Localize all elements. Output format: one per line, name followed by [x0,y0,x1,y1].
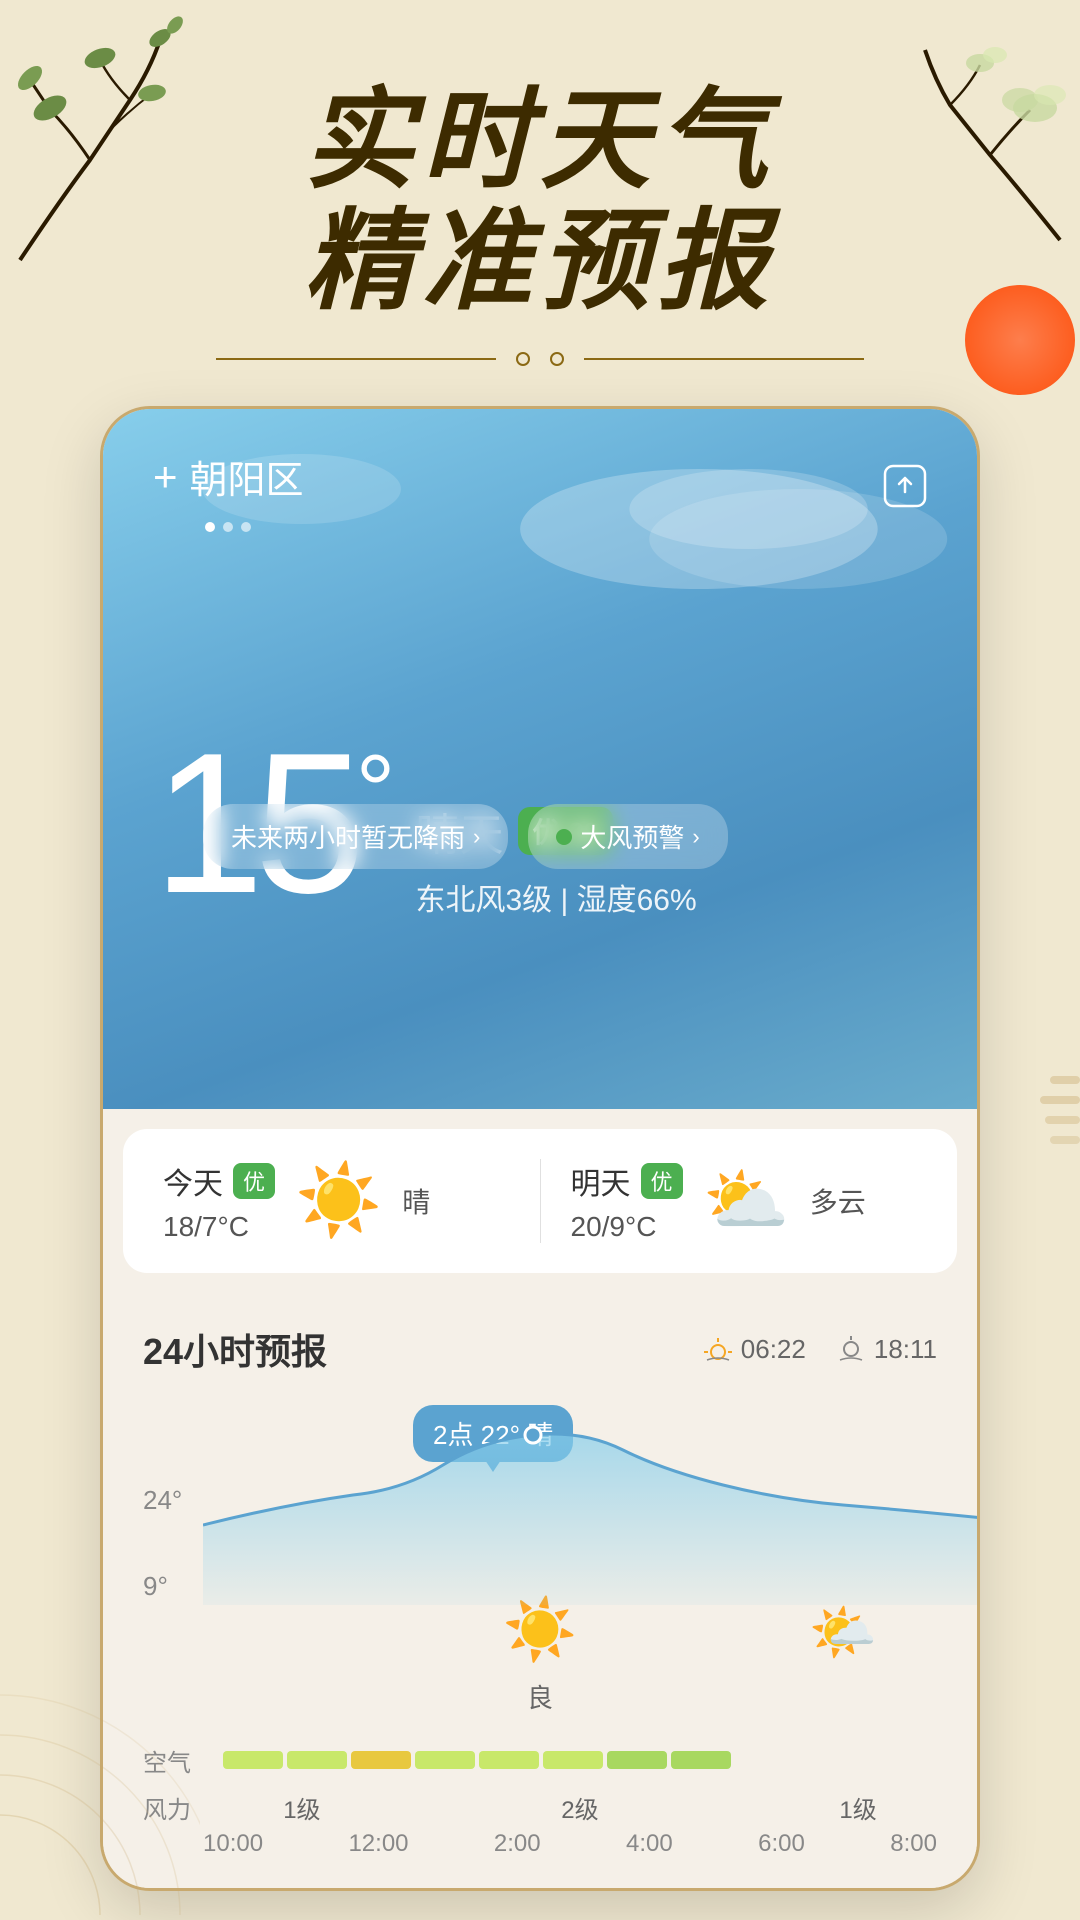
add-location-icon[interactable]: + [153,453,178,501]
rain-chevron-icon: › [473,824,480,850]
tomorrow-quality-badge: 优 [641,1163,683,1199]
today-forecast: 今天 优 18/7°C ☀️ 晴 [163,1159,541,1243]
air-quality-row: 空气 [143,1735,937,1786]
time-6: 6:00 [758,1830,805,1858]
24h-title: 24小时预报 [143,1323,327,1375]
alert-row: 未来两小时暂无降雨 › 大风预警 › [203,804,728,869]
tomorrow-condition: 多云 [810,1181,866,1221]
sunrise-time: 06:22 [703,1334,806,1365]
time-8: 8:00 [890,1830,937,1858]
time-axis: 10:00 12:00 2:00 4:00 6:00 8:00 [143,1830,937,1858]
right-cloud-decoration [980,1056,1080,1221]
24h-forecast-section: 24小时预报 06:22 [103,1293,977,1888]
air-quality-text: 良 [527,1678,553,1715]
dot-1[interactable] [205,522,215,532]
temperature-section: 15° 晴天 优 32 东北风3级 | 湿度66% [153,739,927,929]
today-label: 今天 优 [163,1159,275,1203]
today-condition: 晴 [402,1181,430,1221]
time-4: 4:00 [626,1830,673,1858]
chart-cloudy-icon: 🌤️ [809,1600,877,1665]
divider [0,352,1080,366]
page-container: 实时天气 精准预报 [0,0,1080,1920]
location-name: 朝阳区 [190,449,304,504]
weather-app-card: + 朝阳区 [100,406,980,1891]
daily-forecast-row: 今天 优 18/7°C ☀️ 晴 明天 优 20/9 [123,1129,957,1273]
24h-header: 24小时预报 06:22 [143,1323,937,1375]
top-left-decoration [0,0,300,280]
divider-circle-left [516,352,530,366]
today-weather-icon: ☀️ [295,1160,382,1242]
wind-val-5: 1级 [839,1790,876,1825]
rain-alert-text: 未来两小时暂无降雨 [231,818,465,855]
temp-high-label: 24° [143,1485,182,1516]
time-12: 12:00 [348,1830,408,1858]
sunset-time: 18:11 [836,1334,937,1365]
wind-alert-dot [556,829,572,845]
today-label-group: 今天 优 18/7°C [163,1159,275,1243]
wind-values: 1级 2级 1级 [223,1790,937,1825]
top-right-decoration [780,0,1080,250]
dot-3[interactable] [241,522,251,532]
weather-header: + 朝阳区 [153,449,927,532]
divider-circle-right [550,352,564,366]
sunrise-sunset-row: 06:22 18:11 [703,1334,937,1365]
divider-right [584,358,864,360]
wind-chevron-icon: › [692,824,699,850]
wind-alert-button[interactable]: 大风预警 › [528,804,727,869]
time-10: 10:00 [203,1830,263,1858]
rain-alert-button[interactable]: 未来两小时暂无降雨 › [203,804,508,869]
tomorrow-label: 明天 优 [571,1159,683,1203]
today-temp: 18/7°C [163,1211,275,1243]
wind-row: 风力 1级 2级 1级 [143,1790,937,1825]
hourly-chart: 2点 22° 晴 24° 9° ☀️ 🌤️ 良 [143,1405,937,1725]
wind-val-1: 1级 [283,1790,320,1825]
wind-val-3: 2级 [561,1790,598,1825]
today-quality-badge: 优 [233,1163,275,1199]
tomorrow-forecast: 明天 优 20/9°C ⛅ 多云 [571,1159,918,1243]
share-button[interactable] [883,464,927,517]
air-quality-bars [223,1751,937,1771]
time-2: 2:00 [494,1830,541,1858]
app-card-wrapper: + 朝阳区 [0,406,1080,1891]
weather-top-section: + 朝阳区 [103,409,977,1109]
page-dots [205,522,304,532]
wind-humidity-info: 东北风3级 | 湿度66% [415,875,696,919]
tomorrow-temp: 20/9°C [571,1211,683,1243]
sun-decoration [960,280,1080,400]
divider-left [216,358,496,360]
tomorrow-weather-icon: ⛅ [703,1160,790,1242]
wind-alert-text: 大风预警 [580,818,684,855]
dot-2[interactable] [223,522,233,532]
temp-low-label: 9° [143,1571,182,1602]
location-section: + 朝阳区 [153,449,304,532]
tomorrow-label-group: 明天 优 20/9°C [571,1159,683,1243]
